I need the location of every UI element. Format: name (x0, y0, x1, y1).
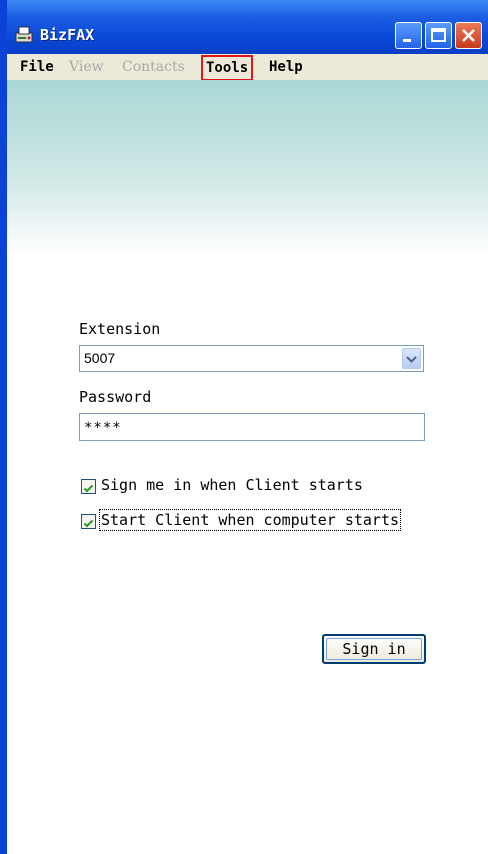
minimize-icon (403, 39, 411, 42)
menu-file[interactable]: File (20, 58, 54, 76)
auto-start-label: Start Client when computer starts (98, 509, 402, 531)
menu-bar: File View Contacts Tools Help (7, 54, 488, 81)
sign-in-button-label: Sign in (342, 640, 406, 658)
menu-contacts[interactable]: Contacts (122, 58, 185, 76)
extension-select[interactable]: 5007 (79, 345, 424, 372)
close-icon (462, 29, 475, 42)
fax-app-icon (15, 26, 33, 43)
header-banner (7, 80, 488, 255)
password-field[interactable]: **** (79, 413, 425, 441)
auto-start-checkbox[interactable] (81, 514, 96, 529)
minimize-button[interactable] (395, 22, 422, 49)
window-title: BizFAX (40, 26, 95, 44)
menu-help[interactable]: Help (269, 58, 303, 76)
maximize-icon (431, 28, 446, 42)
chevron-down-icon (406, 356, 417, 363)
sign-in-button[interactable]: Sign in (322, 634, 426, 664)
password-label: Password (79, 388, 152, 406)
auto-signin-checkbox[interactable] (81, 479, 96, 494)
password-value: **** (84, 420, 122, 436)
auto-signin-label: Sign me in when Client starts (101, 476, 363, 494)
checkmark-icon (83, 519, 94, 528)
dropdown-arrow-button[interactable] (402, 348, 421, 369)
close-button[interactable] (455, 22, 482, 49)
window-left-border (0, 0, 7, 854)
maximize-button[interactable] (425, 22, 452, 49)
app-window: BizFAX File View Contacts Tools Help Ext… (0, 0, 488, 854)
extension-value: 5007 (84, 350, 116, 366)
checkmark-icon (83, 484, 94, 493)
menu-view[interactable]: View (69, 58, 104, 76)
extension-label: Extension (79, 320, 161, 338)
title-bar[interactable]: BizFAX (0, 0, 488, 54)
menu-tools[interactable]: Tools (201, 55, 254, 81)
